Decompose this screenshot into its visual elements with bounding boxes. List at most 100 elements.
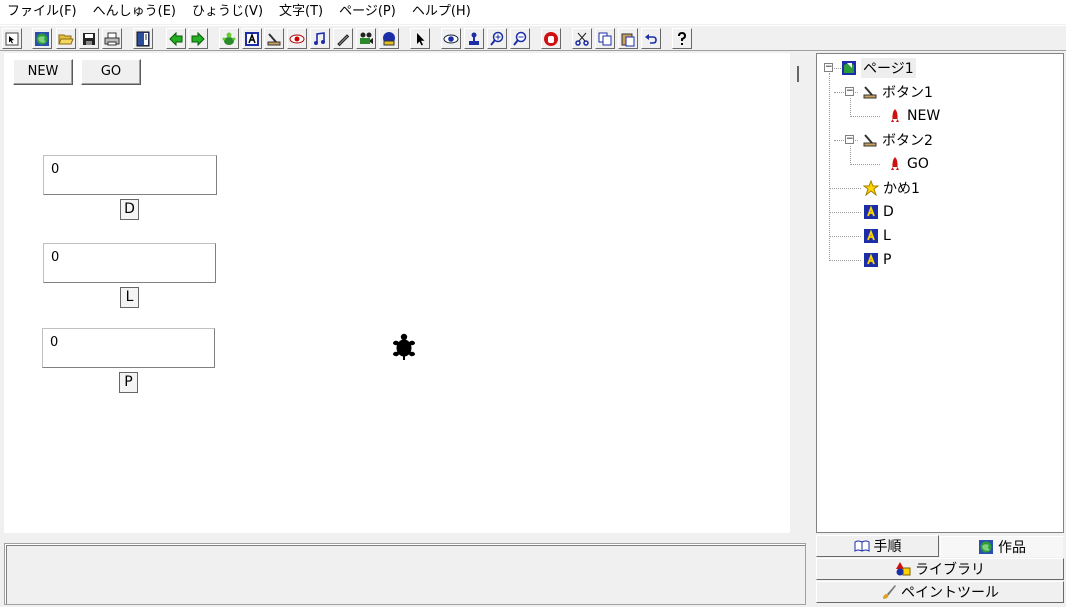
text-box-icon (245, 31, 259, 46)
open-book-icon (854, 540, 869, 552)
add-pen-button[interactable] (333, 28, 353, 49)
add-sound-button[interactable] (310, 28, 330, 49)
stop-button[interactable] (541, 28, 561, 49)
text-box-icon (864, 229, 878, 243)
folder-open-icon (58, 34, 74, 44)
expand-button1-toggle[interactable]: − (845, 87, 854, 96)
menu-view[interactable]: ひょうじ(V) (184, 0, 271, 24)
object-tree: − − − ページ1 ボタン1 NEW ボタン2 GO かめ1 D L P (816, 53, 1064, 533)
copy-icon (598, 32, 612, 45)
new-button[interactable]: NEW (13, 59, 73, 85)
new-work-button[interactable] (32, 28, 52, 49)
zoom-out-icon (513, 31, 527, 46)
book-icon (136, 31, 150, 46)
turtle-icon (863, 180, 879, 196)
expand-page1-toggle[interactable]: − (824, 63, 833, 72)
undo-button[interactable] (641, 28, 661, 49)
menu-page[interactable]: ページ(P) (331, 0, 404, 24)
label-l: L (120, 287, 139, 308)
add-movie-button[interactable] (356, 28, 376, 49)
menu-text[interactable]: 文字(T) (271, 0, 331, 24)
prev-page-button[interactable] (166, 28, 186, 49)
zoom-out-button[interactable] (510, 28, 530, 49)
eye-red-icon (289, 34, 305, 43)
eye-icon (443, 34, 459, 43)
tree-item-new[interactable]: NEW (887, 105, 940, 127)
tree-item-text-d[interactable]: D (863, 201, 894, 223)
copy-button[interactable] (595, 28, 615, 49)
save-button[interactable] (79, 28, 99, 49)
field-l-value[interactable]: 0 (43, 243, 216, 283)
stage-scrollbar[interactable] (790, 53, 810, 533)
toolbar (0, 25, 1066, 51)
undo-icon (645, 33, 657, 44)
paintbrush-icon (883, 585, 896, 599)
menu-help[interactable]: ヘルプ(H) (404, 0, 479, 24)
expand-button2-toggle[interactable]: − (845, 135, 854, 144)
tree-item-text-l[interactable]: L (863, 225, 891, 247)
stage-canvas[interactable]: NEW GO 0 D 0 L 0 P (4, 53, 790, 533)
pushbutton-icon (863, 134, 877, 147)
cursor-small-icon (5, 32, 19, 45)
shapes-icon (896, 562, 911, 576)
page-icon (842, 61, 856, 75)
printer-icon (104, 32, 120, 45)
label-d: D (120, 199, 139, 220)
pointer-tool-button[interactable] (410, 28, 430, 49)
pen-icon (337, 33, 350, 46)
tree-item-go[interactable]: GO (887, 153, 929, 175)
stamp-button[interactable] (464, 28, 484, 49)
tab-library[interactable]: ライブラリ (816, 558, 1064, 580)
message-area (4, 543, 806, 605)
globe-icon (979, 540, 993, 554)
zoom-in-icon (490, 31, 504, 46)
scissors-icon (575, 32, 589, 46)
view-button[interactable] (441, 28, 461, 49)
menu-edit[interactable]: へんしゅう(E) (85, 0, 184, 24)
next-page-button[interactable] (188, 28, 208, 49)
page-list-button[interactable] (133, 28, 153, 49)
rocket-icon (891, 109, 899, 122)
menu-bar: ファイル(F) へんしゅう(E) ひょうじ(V) 文字(T) ページ(P) ヘル… (0, 0, 1066, 24)
pushbutton-icon (863, 86, 877, 99)
add-network-button[interactable] (379, 28, 399, 49)
arrow-right-icon (191, 31, 205, 46)
tree-item-turtle1[interactable]: かめ1 (863, 177, 920, 199)
stamp-icon (469, 32, 479, 45)
tab-works[interactable]: 作品 (940, 536, 1064, 558)
add-text-button[interactable] (242, 28, 262, 49)
field-d-value[interactable]: 0 (43, 155, 217, 195)
clipboard-icon (621, 33, 635, 46)
label-p: P (119, 372, 138, 393)
paste-button[interactable] (618, 28, 638, 49)
pushbutton-icon (267, 32, 281, 45)
field-p-value[interactable]: 0 (42, 328, 215, 368)
music-note-icon (314, 31, 325, 45)
tree-item-button2[interactable]: ボタン2 (862, 129, 933, 151)
tab-paint-tool[interactable]: ペイントツール (816, 581, 1064, 603)
cut-button[interactable] (572, 28, 592, 49)
globe-icon (35, 31, 49, 46)
network-globe-icon (383, 31, 395, 45)
tree-item-page1[interactable]: ページ1 (841, 57, 916, 79)
select-mode-button[interactable] (2, 28, 22, 49)
question-mark-icon (678, 31, 687, 45)
tree-item-button1[interactable]: ボタン1 (862, 81, 933, 103)
floppy-disk-icon (83, 32, 95, 45)
go-button[interactable]: GO (81, 59, 141, 85)
menu-file[interactable]: ファイル(F) (0, 0, 85, 24)
add-turtle-button[interactable] (219, 28, 239, 49)
help-button[interactable] (672, 28, 692, 49)
turtle-sprite[interactable] (392, 333, 416, 361)
turtle-icon (222, 32, 236, 45)
open-button[interactable] (56, 28, 76, 49)
tree-item-text-p[interactable]: P (863, 249, 891, 271)
arrow-left-icon (169, 31, 183, 46)
add-image-button[interactable] (287, 28, 307, 49)
print-button[interactable] (102, 28, 122, 49)
text-box-icon (864, 205, 878, 219)
tab-steps[interactable]: 手順 (816, 535, 939, 557)
add-button-button[interactable] (264, 28, 284, 49)
movie-camera-icon (360, 32, 373, 44)
zoom-in-button[interactable] (487, 28, 507, 49)
